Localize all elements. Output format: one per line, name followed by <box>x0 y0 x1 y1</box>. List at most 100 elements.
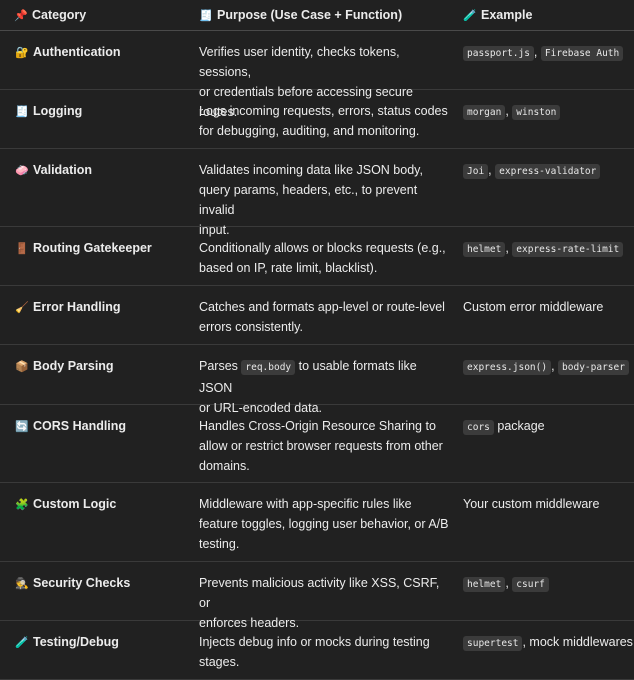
table-row: 🧾 Logging Logs incoming requests, errors, … <box>0 90 634 149</box>
puzzle-piece-icon: 🧩 <box>15 498 29 511</box>
example-text: Custom error middleware <box>463 300 604 314</box>
purpose-line: based on IP, rate limit, blacklist). <box>199 261 378 275</box>
example-text: , <box>533 45 541 59</box>
test-tube-icon: 🧪 <box>15 636 29 649</box>
header-purpose: 🧾 Purpose (Use Case + Function) <box>186 0 450 30</box>
purpose-line: Handles Cross-Origin Resource Sharing to <box>199 419 436 433</box>
purpose-cell: Conditionally allows or blocks requests … <box>186 227 450 285</box>
detective-icon: 🕵️ <box>15 577 29 590</box>
middleware-table: 📌 Category 🧾 Purpose (Use Case + Function)… <box>0 0 634 680</box>
purpose-line: Parses req.body to usable formats like J… <box>199 356 450 398</box>
purpose-line: Prevents malicious activity like XSS, CS… <box>199 576 440 610</box>
table-row: 🚪 Routing Gatekeeper Conditionally allows … <box>0 227 634 286</box>
purpose-cell: Catches and formats app-level or route-l… <box>186 286 450 344</box>
table-header-row: 📌 Category 🧾 Purpose (Use Case + Function)… <box>0 0 634 31</box>
example-code: morgan <box>463 105 506 120</box>
purpose-line: errors consistently. <box>199 320 303 334</box>
table-row: 🔄 CORS Handling Handles Cross-Origin Resou… <box>0 405 634 483</box>
category-label: Logging <box>33 104 83 118</box>
door-icon: 🚪 <box>15 242 29 255</box>
soap-icon: 🧼 <box>15 164 29 177</box>
purpose-line: Middleware with app-specific rules like <box>199 497 412 511</box>
example-code: Joi <box>463 164 489 179</box>
purpose-text: Parses <box>199 359 242 373</box>
purpose-line: feature toggles, logging user behavior, … <box>199 517 449 531</box>
example-code: helmet <box>463 577 506 592</box>
example-cell: helmet, express-rate-limit <box>450 227 634 285</box>
example-text: , mock middlewares <box>522 635 633 649</box>
purpose-line: testing. <box>199 537 240 551</box>
category-label: CORS Handling <box>33 419 127 433</box>
purpose-line: Verifies user identity, checks tokens, s… <box>199 45 400 79</box>
table-row: 🧼 Validation Validates incoming data like … <box>0 149 634 237</box>
example-code: express-rate-limit <box>512 242 624 257</box>
category-label: Body Parsing <box>33 359 114 373</box>
table-row: 🧹 Error Handling Catches and formats app-l… <box>0 286 634 345</box>
purpose-line: Validates incoming data like JSON body, <box>199 163 423 177</box>
purpose-line: query params, headers, etc., to prevent … <box>199 183 418 217</box>
test-tube-icon: 🧪 <box>463 9 477 22</box>
table-row: 🔐 Authentication Verifies user identity, c… <box>0 31 634 119</box>
table-row: 📦 Body Parsing Parses req.body to usable f… <box>0 345 634 415</box>
example-code: helmet <box>463 242 506 257</box>
purpose-line: stages. <box>199 655 240 669</box>
purpose-line: Catches and formats app-level or route-l… <box>199 300 445 314</box>
category-label: Routing Gatekeeper <box>33 241 152 255</box>
purpose-line: Logs incoming requests, errors, status c… <box>199 104 448 118</box>
category-cell: 🧩 Custom Logic <box>0 483 186 561</box>
header-example-label: Example <box>481 8 533 22</box>
category-cell: 🧪 Testing/Debug <box>0 621 186 679</box>
example-cell: supertest, mock middlewares <box>450 621 634 679</box>
category-label: Custom Logic <box>33 497 117 511</box>
purpose-line: Conditionally allows or blocks requests … <box>199 241 446 255</box>
table-row: 🧩 Custom Logic Middleware with app-specifi… <box>0 483 634 562</box>
example-text: package <box>493 419 545 433</box>
example-code: body-parser <box>558 360 629 375</box>
example-text: Your custom middleware <box>463 497 600 511</box>
category-cell: 🧾 Logging <box>0 90 186 148</box>
example-code: passport.js <box>463 46 534 61</box>
inline-code: req.body <box>241 360 296 375</box>
header-purpose-label: Purpose (Use Case + Function) <box>217 8 403 22</box>
purpose-cell: Logs incoming requests, errors, status c… <box>186 90 450 148</box>
purpose-line: allow or restrict browser requests from … <box>199 439 443 453</box>
example-cell: cors package <box>450 405 634 482</box>
header-example: 🧪 Example <box>450 0 634 30</box>
receipt-icon: 🧾 <box>199 9 213 22</box>
category-label: Security Checks <box>33 576 131 590</box>
pushpin-icon: 📌 <box>14 9 28 22</box>
example-cell: Your custom middleware <box>450 483 634 561</box>
category-cell: 🚪 Routing Gatekeeper <box>0 227 186 285</box>
purpose-cell: Handles Cross-Origin Resource Sharing to… <box>186 405 450 482</box>
example-code: supertest <box>463 636 523 651</box>
example-code: Firebase Auth <box>540 46 624 61</box>
purpose-cell: Middleware with app-specific rules like f… <box>186 483 450 561</box>
category-cell: 🧹 Error Handling <box>0 286 186 344</box>
purpose-line: for debugging, auditing, and monitoring. <box>199 124 420 138</box>
purpose-cell: Injects debug info or mocks during testi… <box>186 621 450 679</box>
example-code: express-validator <box>495 164 601 179</box>
category-label: Authentication <box>33 45 121 59</box>
table-body: 🔐 Authentication Verifies user identity, c… <box>0 31 634 680</box>
example-code: winston <box>512 105 561 120</box>
category-label: Testing/Debug <box>33 635 119 649</box>
category-label: Validation <box>33 163 93 177</box>
example-cell: morgan, winston <box>450 90 634 148</box>
table-row: 🕵️ Security Checks Prevents malicious acti… <box>0 562 634 630</box>
table-row: 🧪 Testing/Debug Injects debug info or mock… <box>0 621 634 680</box>
purpose-line: Injects debug info or mocks during testi… <box>199 635 430 649</box>
purpose-line: domains. <box>199 459 250 473</box>
category-label: Error Handling <box>33 300 121 314</box>
example-code: express.json() <box>463 360 552 375</box>
example-cell: Custom error middleware <box>450 286 634 344</box>
lock-with-key-icon: 🔐 <box>15 46 29 59</box>
header-category-label: Category <box>32 8 87 22</box>
arrows-cycle-icon: 🔄 <box>15 420 29 433</box>
package-icon: 📦 <box>15 360 29 373</box>
category-cell: 🔄 CORS Handling <box>0 405 186 482</box>
example-text: , <box>551 359 559 373</box>
example-code: cors <box>463 420 494 435</box>
example-code: csurf <box>512 577 549 592</box>
header-category: 📌 Category <box>0 0 186 30</box>
receipt-icon: 🧾 <box>15 105 29 118</box>
